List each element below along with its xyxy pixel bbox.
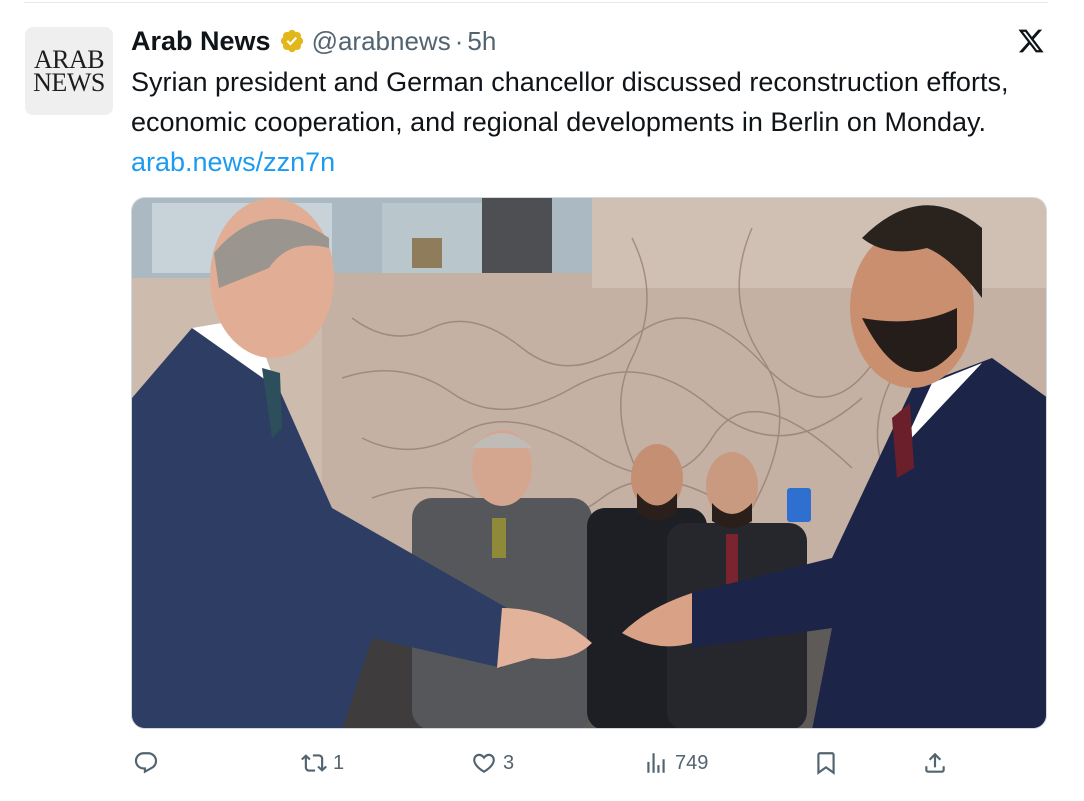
display-name[interactable]: Arab News [131,26,271,57]
retweet-count: 1 [333,751,345,774]
x-logo-icon[interactable] [1016,27,1046,55]
avatar-text-line2: NEWS [33,68,105,97]
views-icon [647,753,665,773]
avatar[interactable]: ARAB NEWS [25,27,113,115]
tweet-text: Syrian president and German chancellor d… [131,62,1041,182]
top-divider [24,2,1048,3]
verified-badge-icon [280,29,303,53]
retweet-button[interactable]: 1 [301,745,344,781]
photo-illustration [132,198,1046,728]
tweet-body: Syrian president and German chancellor d… [131,67,1009,137]
share-button[interactable] [922,745,948,781]
action-bar: 1 3 749 [131,745,1051,781]
tweet-photo[interactable] [131,197,1047,729]
reply-icon [134,752,158,774]
timestamp[interactable]: 5h [467,26,496,57]
retweet-icon [301,754,327,772]
separator: · [454,25,464,56]
bookmark-button[interactable] [813,745,839,781]
bookmark-icon [817,752,835,775]
tweet-link[interactable]: arab.news/zzn7n [131,147,335,177]
share-icon [925,752,945,773]
like-count: 3 [503,751,515,774]
like-button[interactable]: 3 [471,745,514,781]
heart-icon [473,753,495,773]
views-count: 749 [675,751,709,774]
handle[interactable]: @arabnews [312,26,451,57]
reply-button[interactable] [133,745,165,781]
tweet-header: Arab News @arabnews · 5h [131,24,496,58]
views-button[interactable]: 749 [643,745,708,781]
